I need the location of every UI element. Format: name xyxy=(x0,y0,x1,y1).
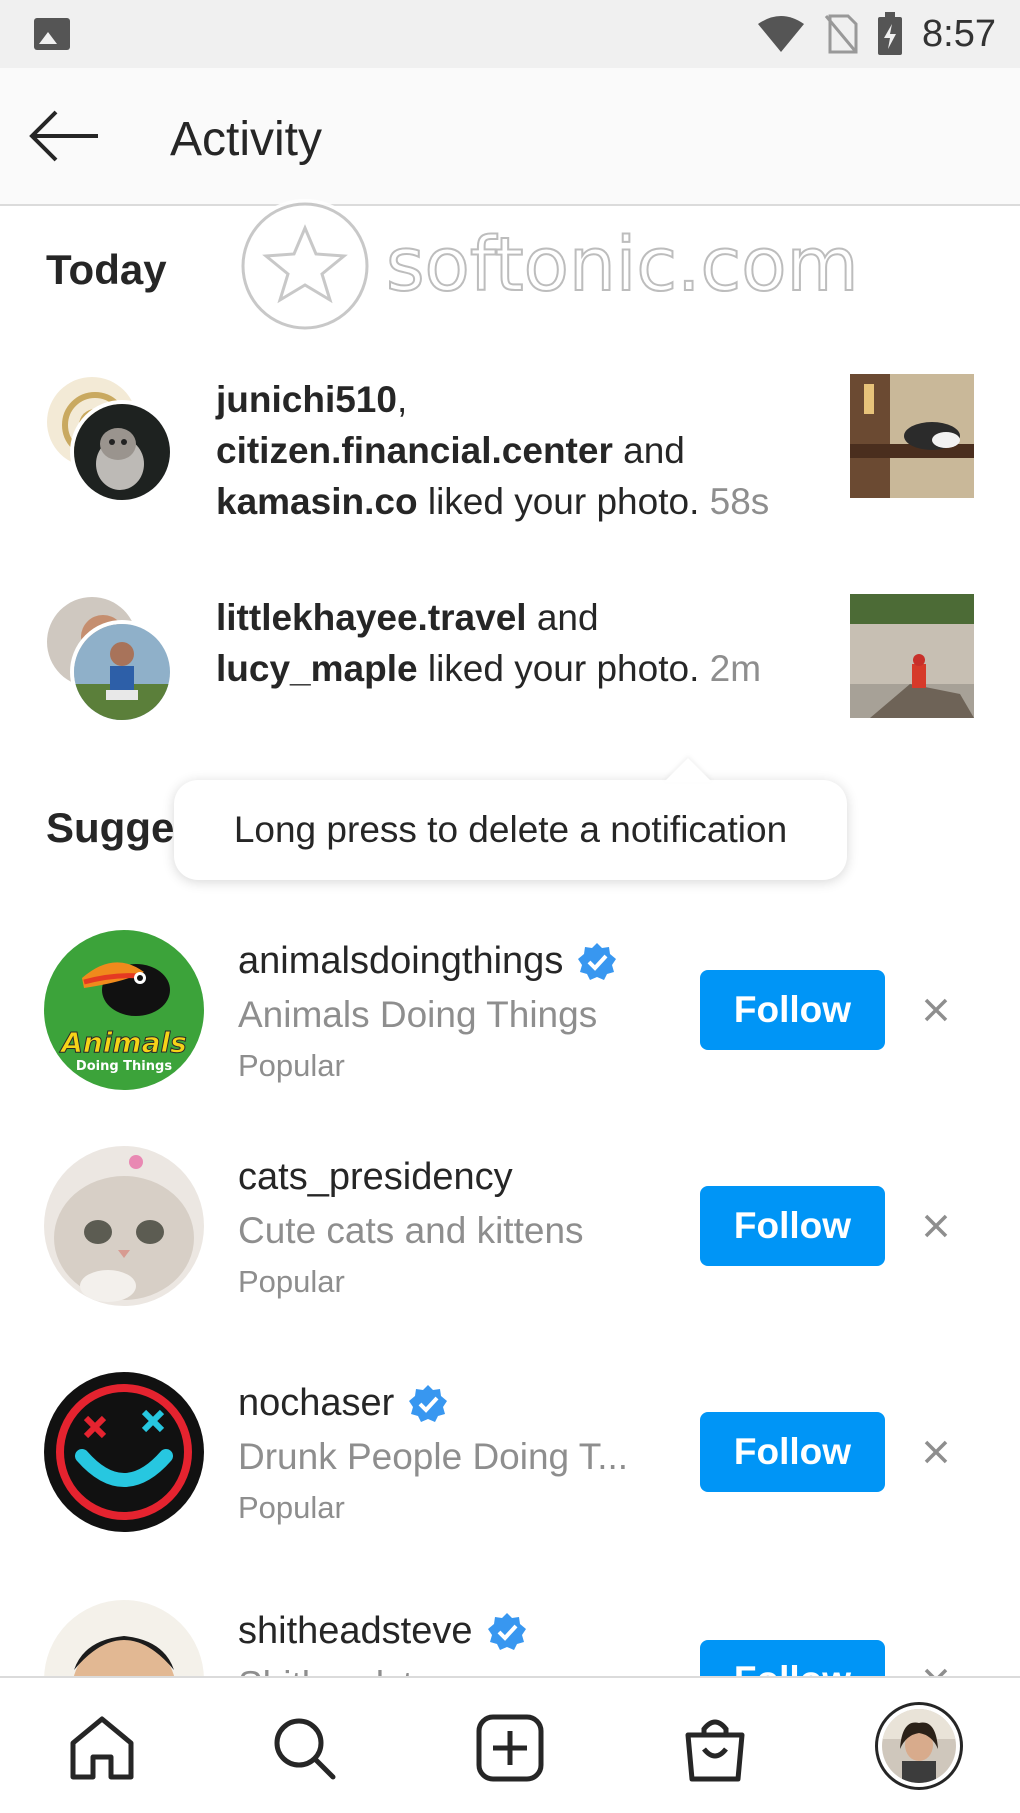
suggestion-item[interactable]: nochaser Drunk People Doing T... Popular… xyxy=(0,1372,1020,1542)
long-press-tooltip[interactable]: Long press to delete a notification xyxy=(174,780,847,880)
notification-time: 2m xyxy=(709,648,762,689)
bottom-navigation xyxy=(0,1676,1020,1813)
profile-avatar xyxy=(882,1709,956,1783)
svg-text:softonic.com: softonic.com xyxy=(386,222,859,308)
username[interactable]: animalsdoingthings xyxy=(238,940,617,983)
section-title-today: Today xyxy=(46,246,167,293)
notification-avatars[interactable] xyxy=(44,594,174,724)
close-icon[interactable] xyxy=(918,1434,954,1470)
suggestion-item[interactable]: Animals Doing Things animalsdoingthings … xyxy=(0,930,1020,1100)
close-icon[interactable] xyxy=(918,992,954,1028)
full-name: Cute cats and kittens xyxy=(238,1210,584,1251)
notification-item[interactable]: littlekhayee.travel and lucy_maple liked… xyxy=(0,592,1020,732)
page-title: Activity xyxy=(170,113,323,166)
shop-tab[interactable] xyxy=(675,1708,755,1788)
suggestion-reason: Popular xyxy=(238,1048,345,1083)
follow-button[interactable]: Follow xyxy=(700,970,885,1050)
photo-thumbnail[interactable] xyxy=(850,374,974,498)
notification-text: littlekhayee.travel and lucy_maple liked… xyxy=(216,597,762,689)
avatar-logo-text: Animals xyxy=(59,1026,187,1059)
full-name: Drunk People Doing T... xyxy=(238,1436,629,1477)
back-arrow-icon[interactable] xyxy=(28,108,102,164)
avatar[interactable] xyxy=(44,1372,204,1532)
avatar[interactable]: Animals Doing Things xyxy=(44,930,204,1090)
suggestion-item[interactable]: cats_presidency Cute cats and kittens Po… xyxy=(0,1146,1020,1316)
notification-text: junichi510, citizen.financial.center and… xyxy=(216,379,770,522)
profile-tab[interactable] xyxy=(875,1702,963,1790)
softonic-watermark: softonic.com xyxy=(238,199,860,333)
search-tab[interactable] xyxy=(264,1708,344,1788)
tooltip-text: Long press to delete a notification xyxy=(233,809,788,850)
verified-badge-icon xyxy=(578,942,617,980)
follow-button[interactable]: Follow xyxy=(700,1412,885,1492)
close-icon[interactable] xyxy=(918,1208,954,1244)
new-post-tab[interactable] xyxy=(470,1708,550,1788)
suggestion-reason: Popular xyxy=(238,1490,345,1525)
home-icon xyxy=(70,1716,134,1780)
username[interactable]: shitheadsteve xyxy=(238,1610,527,1653)
photo-thumbnail[interactable] xyxy=(850,594,974,718)
avatar-logo-subtext: Doing Things xyxy=(76,1059,172,1074)
avatar xyxy=(70,400,174,504)
verified-badge-icon xyxy=(409,1384,448,1422)
follow-button[interactable]: Follow xyxy=(700,1186,885,1266)
add-post-icon xyxy=(476,1714,544,1782)
full-name: Animals Doing Things xyxy=(238,994,598,1035)
notification-avatars[interactable] xyxy=(44,374,174,504)
no-sim-icon xyxy=(824,14,858,54)
username[interactable]: cats_presidency xyxy=(238,1156,513,1199)
notification-time: 58s xyxy=(709,481,770,522)
app-bar: Activity xyxy=(0,68,1020,206)
suggestion-reason: Popular xyxy=(238,1264,345,1299)
avatar[interactable] xyxy=(44,1146,204,1306)
battery-charging-icon xyxy=(878,12,903,55)
status-bar: 8:57 xyxy=(0,0,1020,68)
clock: 8:57 xyxy=(922,12,996,55)
search-icon xyxy=(274,1718,336,1780)
gallery-notification-icon xyxy=(34,18,70,50)
section-title-suggestions: Sugge xyxy=(46,804,175,851)
home-tab[interactable] xyxy=(62,1708,142,1788)
avatar xyxy=(70,620,174,724)
shopping-bag-icon xyxy=(685,1719,745,1782)
username[interactable]: nochaser xyxy=(238,1382,448,1425)
notification-item[interactable]: junichi510, citizen.financial.center and… xyxy=(0,372,1020,522)
wifi-icon xyxy=(758,16,805,52)
verified-badge-icon xyxy=(487,1612,526,1650)
